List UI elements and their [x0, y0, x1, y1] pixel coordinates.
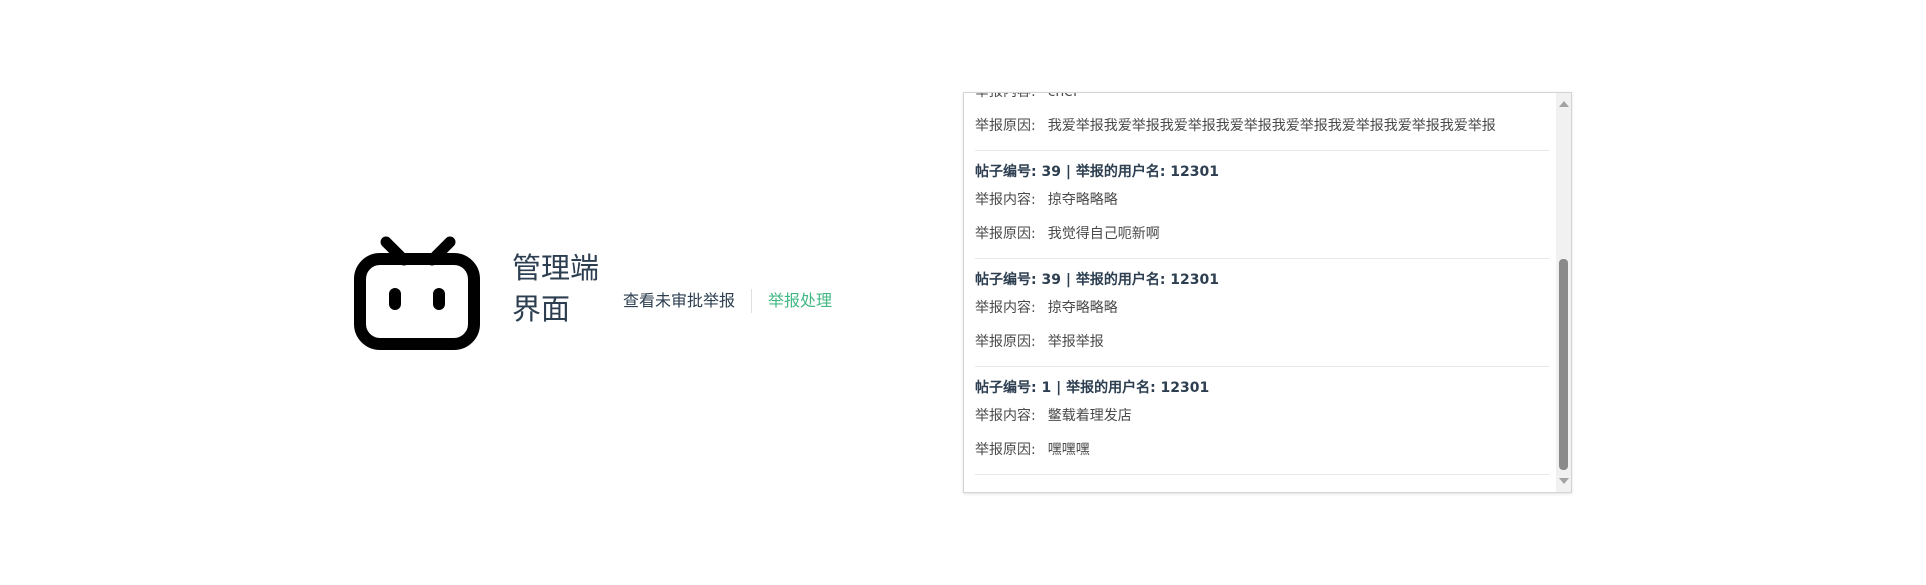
report-reason-value: 嘿嘿嘿: [1047, 442, 1090, 458]
scroll-up-arrow-icon[interactable]: [1559, 101, 1569, 107]
report-list-panel[interactable]: 举报内容: chef 举报原因: 我爱举报我爱举报我爱举报我爱举报我爱举报我爱举报我…: [963, 92, 1572, 493]
report-reason-value: 我爱举报我爱举报我爱举报我爱举报我爱举报我爱举报我爱举报我爱举报: [1047, 118, 1496, 134]
report-item: 帖子编号: 1 | 举报的用户名: 12301 举报内容: 鳖载着理发店 举报原因…: [975, 367, 1549, 475]
report-content-row: 举报内容: chef: [975, 92, 1549, 103]
view-pending-reports-link[interactable]: 查看未审批举报: [623, 288, 735, 314]
report-header: 帖子编号: 39 | 举报的用户名: 12301: [975, 272, 1219, 288]
report-reason-row: 举报原因: 我爱举报我爱举报我爱举报我爱举报我爱举报我爱举报我爱举报我爱举报: [975, 115, 1549, 137]
report-content-label: 举报内容:: [975, 192, 1036, 208]
report-reason-value: 我觉得自己呃新啊: [1047, 226, 1160, 242]
report-reason-label: 举报原因:: [975, 226, 1036, 242]
report-content-value: 掠夺略略略: [1047, 300, 1118, 316]
nav-divider: [751, 289, 753, 313]
report-content-label: 举报内容:: [975, 300, 1036, 316]
report-header: 帖子编号: 39 | 举报的用户名: 12301: [975, 164, 1219, 180]
report-item: 帖子编号: 39 | 举报的用户名: 12301 举报内容: 掠夺略略略 举报原因…: [975, 259, 1549, 367]
report-content-row: 举报内容: 掠夺略略略: [975, 297, 1549, 319]
report-header: 帖子编号: 1 | 举报的用户名: 12301: [975, 380, 1210, 396]
report-content-value: 掠夺略略略: [1047, 192, 1118, 208]
report-item: 帖子编号: 39 | 举报的用户名: 12301 举报内容: 掠夺略略略 举报原因…: [975, 151, 1549, 259]
report-content-row: 举报内容: 掠夺略略略: [975, 189, 1549, 211]
report-list: 举报内容: chef 举报原因: 我爱举报我爱举报我爱举报我爱举报我爱举报我爱举报我…: [975, 92, 1549, 475]
vertical-scrollbar[interactable]: [1556, 93, 1571, 492]
scrollbar-thumb[interactable]: [1559, 259, 1568, 470]
page-title: 管理端界面: [512, 251, 600, 326]
report-reason-label: 举报原因:: [975, 334, 1036, 350]
report-reason-row: 举报原因: 我觉得自己呃新啊: [975, 223, 1549, 245]
report-reason-row: 举报原因: 嘿嘿嘿: [975, 439, 1549, 461]
main-nav: 查看未审批举报 举报处理: [623, 288, 832, 314]
report-content-value: chef: [1047, 92, 1078, 100]
report-reason-label: 举报原因:: [975, 118, 1036, 134]
admin-page: 管理端界面 查看未审批举报 举报处理 举报内容: chef 举报原因: 我爱举报我爱…: [0, 0, 1926, 585]
report-content-value: 鳖载着理发店: [1047, 408, 1132, 424]
bilibili-tv-icon: [354, 236, 480, 350]
report-reason-value: 举报举报: [1047, 334, 1104, 350]
report-content-label: 举报内容:: [975, 92, 1036, 100]
report-content-label: 举报内容:: [975, 408, 1036, 424]
report-item: 举报内容: chef 举报原因: 我爱举报我爱举报我爱举报我爱举报我爱举报我爱举报我…: [975, 92, 1549, 151]
report-reason-row: 举报原因: 举报举报: [975, 331, 1549, 353]
scroll-down-arrow-icon[interactable]: [1559, 478, 1569, 484]
report-handling-link[interactable]: 举报处理: [768, 288, 832, 314]
report-reason-label: 举报原因:: [975, 442, 1036, 458]
report-content-row: 举报内容: 鳖载着理发店: [975, 405, 1549, 427]
